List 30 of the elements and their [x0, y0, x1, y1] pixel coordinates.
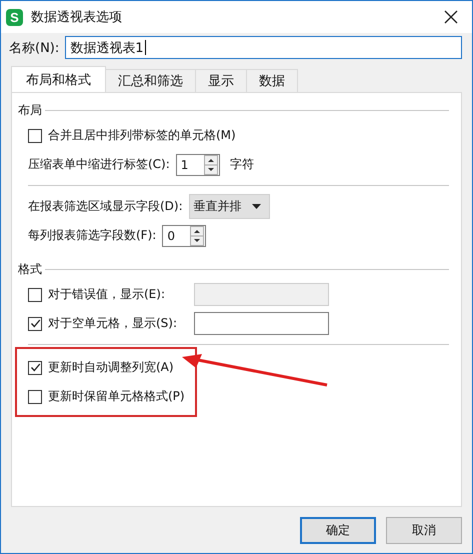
- checkbox[interactable]: [28, 128, 42, 142]
- checkbox[interactable]: [28, 360, 42, 374]
- number-spinner[interactable]: 1: [176, 154, 220, 176]
- checkbox-label: 更新时保留单元格格式(P): [48, 388, 185, 405]
- close-icon[interactable]: [444, 10, 458, 24]
- name-field[interactable]: 数据透视表1: [65, 36, 462, 59]
- dialog-button[interactable]: 确定: [300, 517, 376, 544]
- checkbox-label: 合并且居中排列带标签的单元格(M): [48, 127, 236, 144]
- checkbox-label: 对于错误值，显示(E):: [48, 286, 166, 303]
- option-label: 压缩表单中缩进行标签(C):: [28, 156, 170, 173]
- number-spinner[interactable]: 0: [162, 224, 206, 246]
- section-title: 格式: [18, 260, 42, 278]
- checkbox[interactable]: [28, 390, 42, 404]
- text-field[interactable]: [194, 312, 329, 335]
- dropdown-arrow-icon: [252, 204, 261, 209]
- checkbox[interactable]: [28, 288, 42, 302]
- dropdown[interactable]: 垂直并排: [188, 194, 270, 219]
- checkbox[interactable]: [28, 316, 42, 330]
- app-logo: S: [6, 8, 23, 26]
- tab[interactable]: 数据: [246, 69, 298, 92]
- unit-label: 字符: [230, 156, 254, 173]
- window-title: 数据透视表选项: [31, 9, 123, 26]
- section-title: 布局: [18, 102, 42, 118]
- option-label: 在报表筛选区域显示字段(D):: [28, 198, 183, 215]
- option-label: 每列报表筛选字段数(F):: [28, 227, 156, 244]
- name-label: 名称(N):: [9, 40, 60, 56]
- tab[interactable]: 布局和格式: [11, 66, 106, 92]
- checkbox-label: 更新时自动调整列宽(A): [48, 359, 174, 376]
- checkbox-label: 对于空单元格，显示(S):: [48, 315, 178, 332]
- dialog-button[interactable]: 取消: [386, 517, 462, 544]
